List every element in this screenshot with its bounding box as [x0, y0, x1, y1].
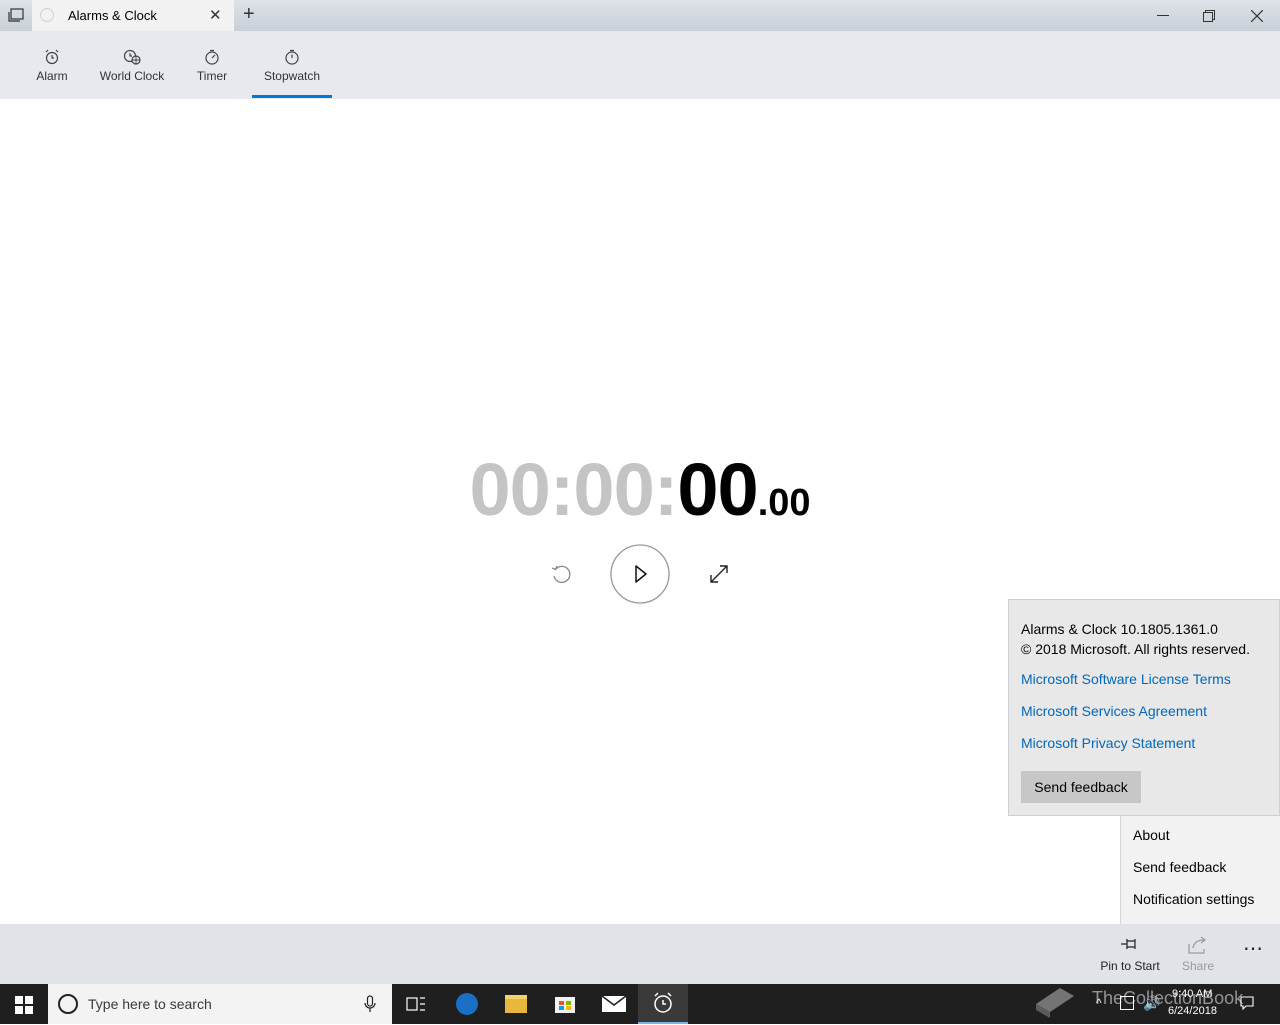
- alarm-clock-icon: [654, 992, 672, 1013]
- play-icon: [610, 544, 670, 604]
- world-clock-icon: [123, 49, 141, 65]
- close-window-button[interactable]: [1250, 9, 1264, 23]
- reset-icon: [551, 565, 571, 584]
- windows-logo-icon: [15, 996, 33, 1014]
- tab-title: Alarms & Clock: [68, 8, 157, 23]
- task-view-button[interactable]: [406, 995, 426, 1013]
- new-tab-button[interactable]: +: [243, 4, 255, 24]
- command-bar: [0, 924, 1280, 984]
- share-label: Share: [1181, 959, 1215, 973]
- alarms-clock-taskbar-button[interactable]: [638, 984, 688, 1024]
- hours: 00: [469, 448, 550, 531]
- tab-alarm[interactable]: Alarm: [22, 31, 82, 99]
- tab-world-clock-label: World Clock: [99, 69, 165, 83]
- file-explorer-icon[interactable]: [505, 995, 527, 1013]
- separator: :: [653, 448, 679, 531]
- send-feedback-button[interactable]: Send feedback: [1021, 771, 1141, 803]
- play-button[interactable]: [610, 544, 670, 604]
- mail-icon[interactable]: [601, 995, 627, 1012]
- cortana-icon[interactable]: [58, 994, 78, 1014]
- seconds: 00: [677, 448, 758, 531]
- tab-alarm-label: Alarm: [36, 69, 68, 83]
- start-button[interactable]: [15, 996, 33, 1014]
- maximize-button[interactable]: [1203, 9, 1215, 22]
- close-tab-button[interactable]: ✕: [209, 7, 222, 25]
- volume-icon[interactable]: 🔊: [1143, 995, 1160, 1012]
- stopwatch-icon: [285, 49, 299, 65]
- menu-item-notification-settings[interactable]: Notification settings: [1133, 891, 1254, 907]
- tab-stopwatch[interactable]: Stopwatch: [252, 31, 332, 99]
- pin-to-start-button[interactable]: Pin to Start: [1098, 936, 1162, 980]
- hundredths: .00: [757, 482, 811, 524]
- alarm-clock-icon: [45, 49, 59, 65]
- show-hidden-icons-chevron[interactable]: ^: [1096, 996, 1102, 1010]
- app-version: Alarms & Clock 10.1805.1361.0: [1021, 621, 1218, 637]
- more-options-button[interactable]: ⋯: [1243, 936, 1263, 961]
- watermark-book-icon: [1032, 980, 1078, 1020]
- privacy-statement-link[interactable]: Microsoft Privacy Statement: [1021, 735, 1195, 751]
- tab-stopwatch-label: Stopwatch: [263, 69, 321, 83]
- task-view-icon[interactable]: [8, 8, 24, 22]
- menu-item-about[interactable]: About: [1133, 827, 1170, 843]
- stopwatch-display: 00:00:00.00: [0, 447, 1280, 532]
- network-icon[interactable]: [1120, 996, 1134, 1010]
- share-icon: [1188, 936, 1206, 954]
- reset-button[interactable]: [549, 562, 573, 586]
- action-center-icon[interactable]: [1240, 996, 1254, 1011]
- pin-icon: [1121, 939, 1136, 949]
- app-icon: [40, 8, 54, 22]
- expand-icon: [710, 565, 728, 583]
- tab-timer[interactable]: Timer: [186, 31, 238, 99]
- pin-to-start-label: Pin to Start: [1100, 959, 1160, 973]
- timer-icon: [205, 49, 219, 65]
- copyright: © 2018 Microsoft. All rights reserved.: [1021, 641, 1250, 657]
- services-agreement-link[interactable]: Microsoft Services Agreement: [1021, 703, 1207, 719]
- clock-date[interactable]: 6/24/2018: [1168, 1005, 1217, 1017]
- store-icon[interactable]: [554, 992, 576, 1014]
- separator: :: [549, 448, 575, 531]
- minimize-button[interactable]: [1157, 15, 1169, 16]
- edge-browser-icon[interactable]: [456, 993, 478, 1015]
- expand-button[interactable]: [708, 563, 730, 585]
- share-button[interactable]: Share: [1177, 936, 1219, 980]
- minutes: 00: [573, 448, 654, 531]
- license-terms-link[interactable]: Microsoft Software License Terms: [1021, 671, 1231, 687]
- selected-tab-indicator: [252, 95, 332, 98]
- tab-world-clock[interactable]: World Clock: [96, 31, 168, 99]
- tab-timer-label: Timer: [196, 69, 228, 83]
- menu-item-send-feedback[interactable]: Send feedback: [1133, 859, 1226, 875]
- search-placeholder: Type here to search: [88, 996, 212, 1012]
- clock-time[interactable]: 9:40 AM: [1172, 988, 1212, 1000]
- microphone-icon[interactable]: [364, 995, 376, 1013]
